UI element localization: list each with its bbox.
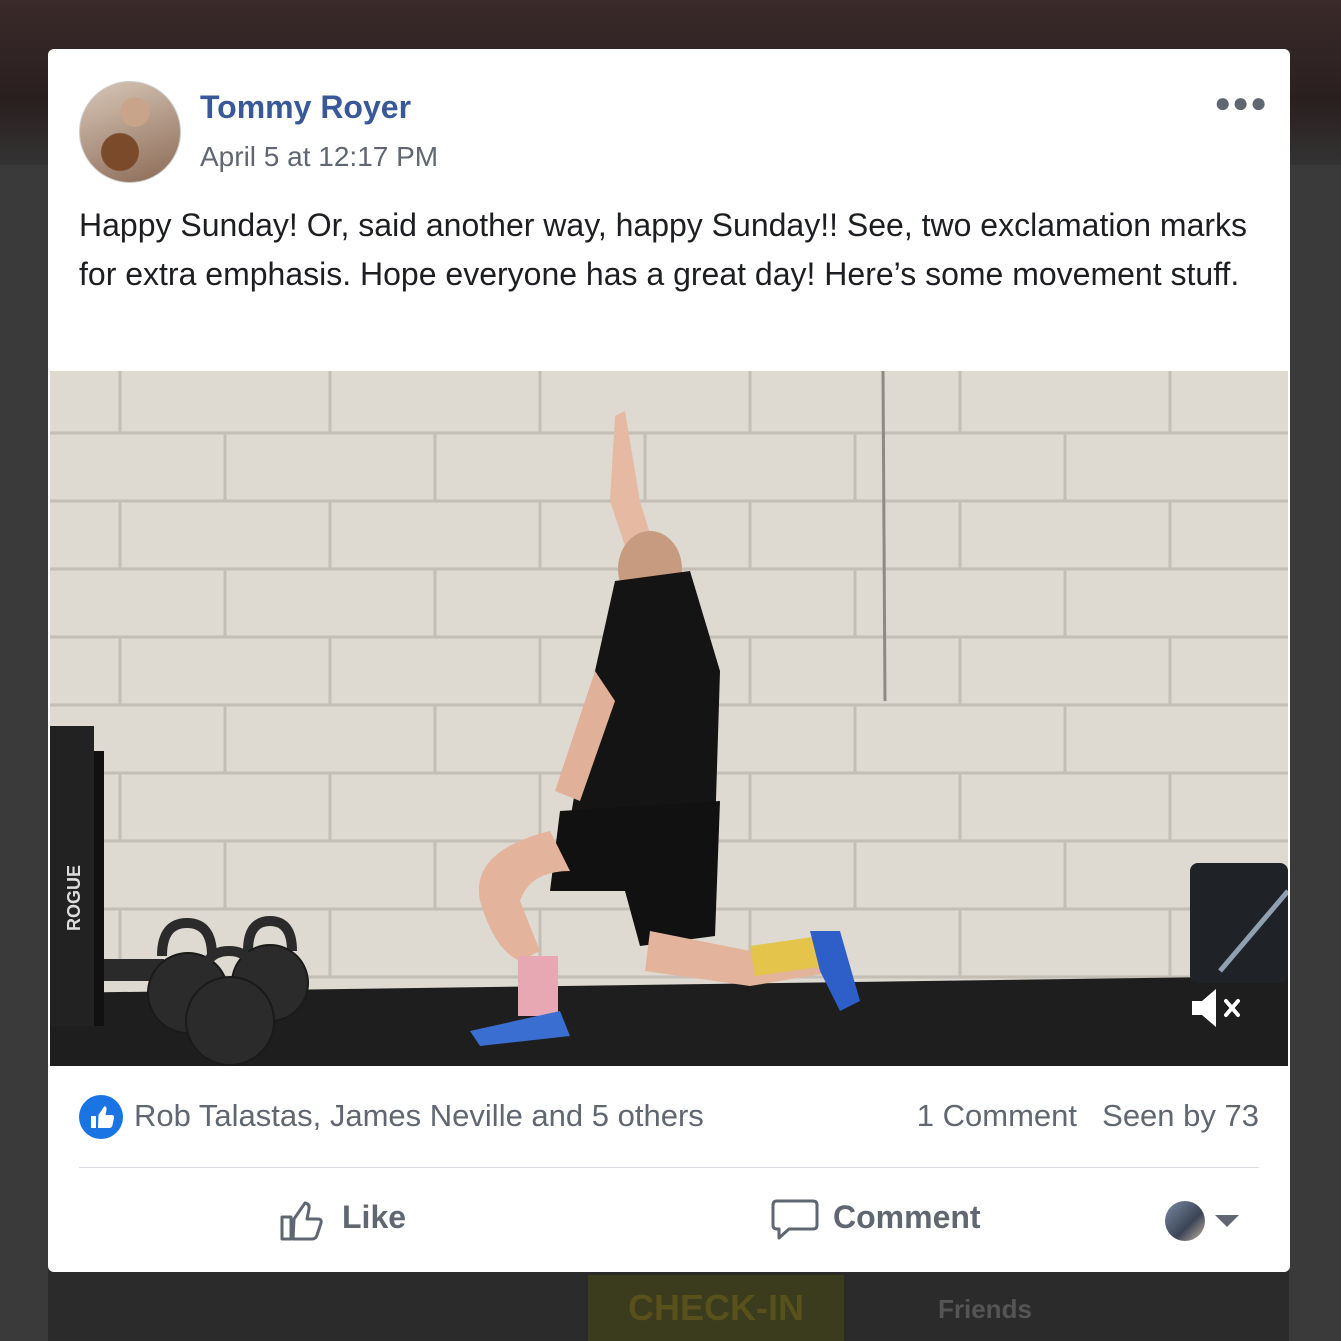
post-as-selector[interactable] (1165, 1201, 1245, 1243)
background-left-column (0, 165, 48, 1341)
actions-divider (79, 1167, 1259, 1168)
background-checkin-banner: CHECK-IN (588, 1275, 844, 1341)
author-name[interactable]: Tommy Royer (200, 89, 411, 126)
comment-count[interactable]: 1 Comment (917, 1098, 1077, 1134)
thumbs-up-outline-icon (280, 1201, 323, 1241)
speaker-muted-icon[interactable] (1188, 983, 1248, 1033)
likers-list[interactable]: Rob Talastas, James Neville and 5 others (134, 1098, 704, 1134)
background-right-column (1289, 165, 1341, 1341)
post-video[interactable]: ROGUE (50, 371, 1288, 1066)
comment-label: Comment (833, 1199, 981, 1235)
seen-by-count[interactable]: Seen by 73 (1102, 1098, 1259, 1134)
video-frame: ROGUE (50, 371, 1288, 1066)
rack-brand-label: ROGUE (64, 865, 84, 931)
thumbs-up-icon[interactable] (79, 1095, 123, 1139)
speech-bubble-icon (771, 1199, 819, 1240)
post-card: Tommy Royer April 5 at 12:17 PM ●●● Happ… (48, 49, 1290, 1272)
like-label: Like (342, 1199, 407, 1235)
post-text: Happy Sunday! Or, said another way, happ… (79, 207, 1248, 292)
viewer-avatar (1165, 1201, 1205, 1241)
post-timestamp[interactable]: April 5 at 12:17 PM (200, 141, 438, 173)
more-options-icon[interactable]: ●●● (1214, 87, 1268, 119)
author-avatar[interactable] (79, 81, 181, 183)
background-friends-heading: Friends (938, 1294, 1032, 1324)
reactions-row: Rob Talastas, James Neville and 5 others… (79, 1095, 1259, 1139)
caret-down-icon (1215, 1215, 1239, 1227)
